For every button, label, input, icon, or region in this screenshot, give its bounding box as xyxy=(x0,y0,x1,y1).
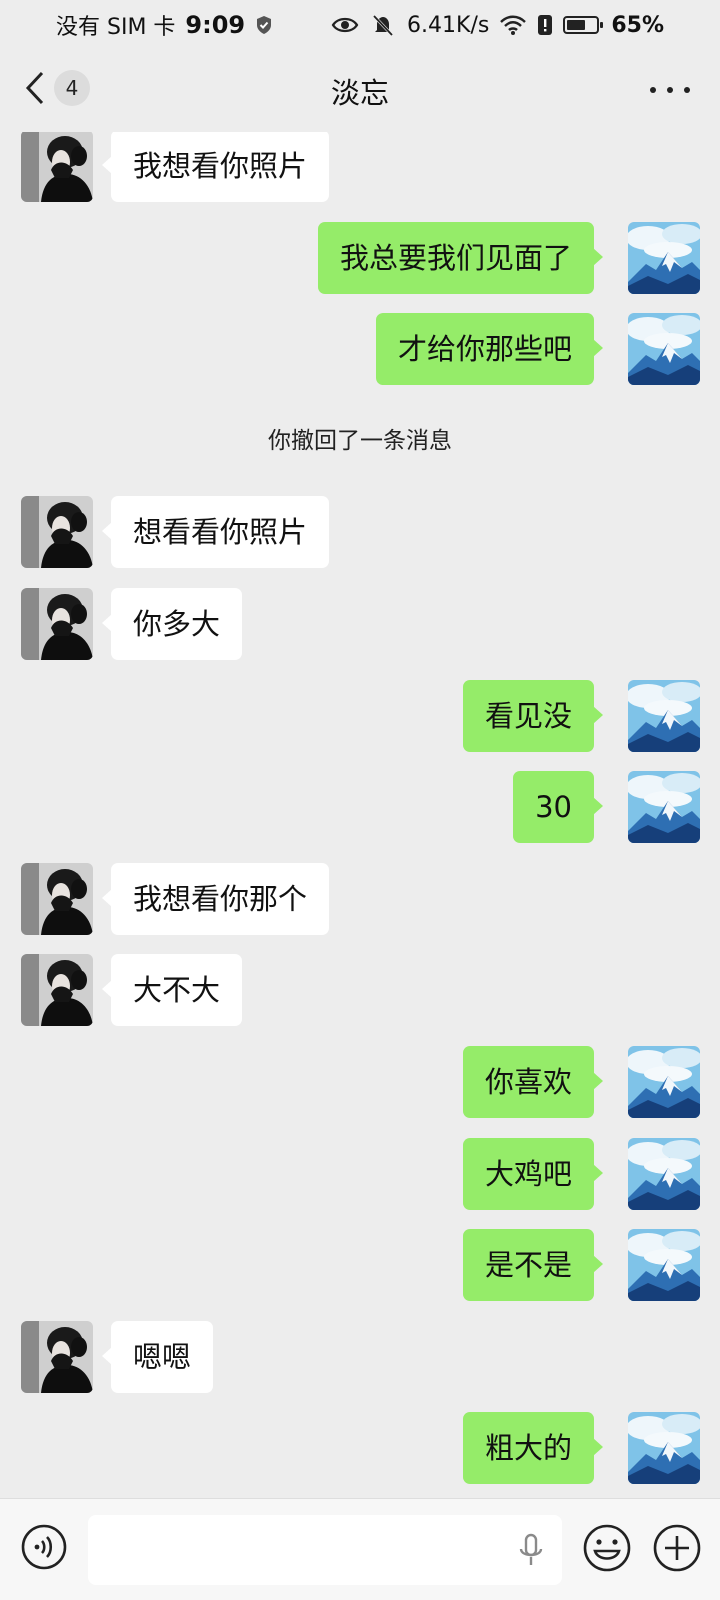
contact-avatar[interactable] xyxy=(21,588,93,660)
message-bubble[interactable]: 你多大 xyxy=(101,588,243,660)
status-bar: 没有 SIM 卡 9:09 6.41K/s 65% xyxy=(0,0,720,50)
plus-icon[interactable] xyxy=(652,1523,702,1573)
my-avatar-image xyxy=(628,1412,700,1484)
my-avatar-image xyxy=(628,222,700,294)
message-bubble[interactable]: 看见没 xyxy=(462,680,604,752)
dot xyxy=(650,87,656,93)
message-input[interactable] xyxy=(88,1515,562,1585)
contact-avatar-image xyxy=(21,588,93,660)
my-avatar[interactable] xyxy=(628,1046,700,1118)
my-avatar[interactable] xyxy=(628,222,700,294)
message-bubble[interactable]: 是不是 xyxy=(462,1229,604,1301)
my-avatar-image xyxy=(628,1229,700,1301)
chat-title: 淡忘 xyxy=(330,76,389,110)
mute-bell-icon xyxy=(372,14,394,36)
my-avatar[interactable] xyxy=(628,1412,700,1484)
carrier-text: 没有 SIM 卡 xyxy=(56,15,176,40)
emoji-icon[interactable] xyxy=(582,1523,632,1573)
contact-avatar[interactable] xyxy=(21,132,93,202)
contact-avatar-image xyxy=(21,954,93,1026)
status-right: 6.41K/s 65% xyxy=(331,13,664,38)
outgoing-message: 是不是 xyxy=(0,1229,720,1301)
my-avatar-image xyxy=(628,680,700,752)
contact-avatar-image xyxy=(21,1321,93,1393)
my-avatar[interactable] xyxy=(628,1229,700,1301)
outgoing-message: 粗大的 xyxy=(0,1412,720,1484)
message-bubble[interactable]: 才给你那些吧 xyxy=(375,313,604,385)
outgoing-message: 我总要我们见面了 xyxy=(0,222,720,294)
contact-avatar-image xyxy=(21,132,93,202)
dot xyxy=(684,87,690,93)
contact-avatar-image xyxy=(21,863,93,935)
incoming-message: 嗯嗯 xyxy=(0,1321,720,1393)
microphone-icon[interactable] xyxy=(516,1533,546,1569)
incoming-message: 大不大 xyxy=(0,954,720,1026)
alert-icon xyxy=(538,15,553,35)
eye-icon xyxy=(331,17,359,33)
message-bubble[interactable]: 30 xyxy=(513,771,603,843)
dot xyxy=(667,87,673,93)
recall-notice: 你撤回了一条消息 xyxy=(268,428,452,454)
my-avatar[interactable] xyxy=(628,1138,700,1210)
input-bar xyxy=(0,1498,720,1600)
voice-icon[interactable] xyxy=(20,1523,68,1571)
contact-avatar-image xyxy=(21,496,93,568)
battery-fill xyxy=(567,20,586,30)
status-left: 没有 SIM 卡 9:09 xyxy=(56,9,273,41)
contact-avatar[interactable] xyxy=(21,954,93,1026)
message-list[interactable]: 我想看你照片 我总要我们见面了 才给你那些吧 你撤回了一条消息 想看看你照片 你… xyxy=(0,132,720,1498)
message-bubble[interactable]: 你喜欢 xyxy=(462,1046,604,1118)
my-avatar-image xyxy=(628,771,700,843)
my-avatar[interactable] xyxy=(628,771,700,843)
incoming-message: 想看看你照片 xyxy=(0,496,720,568)
message-bubble[interactable]: 我想看你照片 xyxy=(101,132,330,202)
chat-header: 4 淡忘 xyxy=(0,50,720,132)
message-bubble[interactable]: 大鸡吧 xyxy=(462,1138,604,1210)
outgoing-message: 大鸡吧 xyxy=(0,1138,720,1210)
my-avatar-image xyxy=(628,1046,700,1118)
my-avatar[interactable] xyxy=(628,313,700,385)
contact-avatar[interactable] xyxy=(21,496,93,568)
shield-icon xyxy=(257,16,272,34)
incoming-message: 我想看你那个 xyxy=(0,863,720,935)
network-speed: 6.41K/s xyxy=(407,12,490,38)
my-avatar[interactable] xyxy=(628,680,700,752)
message-bubble[interactable]: 想看看你照片 xyxy=(101,496,330,568)
outgoing-message: 看见没 xyxy=(0,680,720,752)
outgoing-message: 你喜欢 xyxy=(0,1046,720,1118)
wifi-icon xyxy=(500,15,527,35)
status-time: 9:09 xyxy=(185,11,246,39)
contact-avatar[interactable] xyxy=(21,1321,93,1393)
incoming-message: 你多大 xyxy=(0,588,720,660)
outgoing-message: 才给你那些吧 xyxy=(0,313,720,385)
battery-icon xyxy=(563,16,604,34)
my-avatar-image xyxy=(628,313,700,385)
my-avatar-image xyxy=(628,1138,700,1210)
incoming-message: 我想看你照片 xyxy=(0,132,720,202)
contact-avatar[interactable] xyxy=(21,863,93,935)
more-options-button[interactable] xyxy=(650,72,690,108)
message-bubble[interactable]: 大不大 xyxy=(101,954,243,1026)
battery-percent: 65% xyxy=(611,12,664,38)
outgoing-message: 30 xyxy=(0,771,720,843)
message-bubble[interactable]: 我总要我们见面了 xyxy=(317,222,604,294)
message-bubble[interactable]: 我想看你那个 xyxy=(101,863,330,935)
message-bubble[interactable]: 嗯嗯 xyxy=(101,1321,214,1393)
message-bubble[interactable]: 粗大的 xyxy=(462,1412,604,1484)
